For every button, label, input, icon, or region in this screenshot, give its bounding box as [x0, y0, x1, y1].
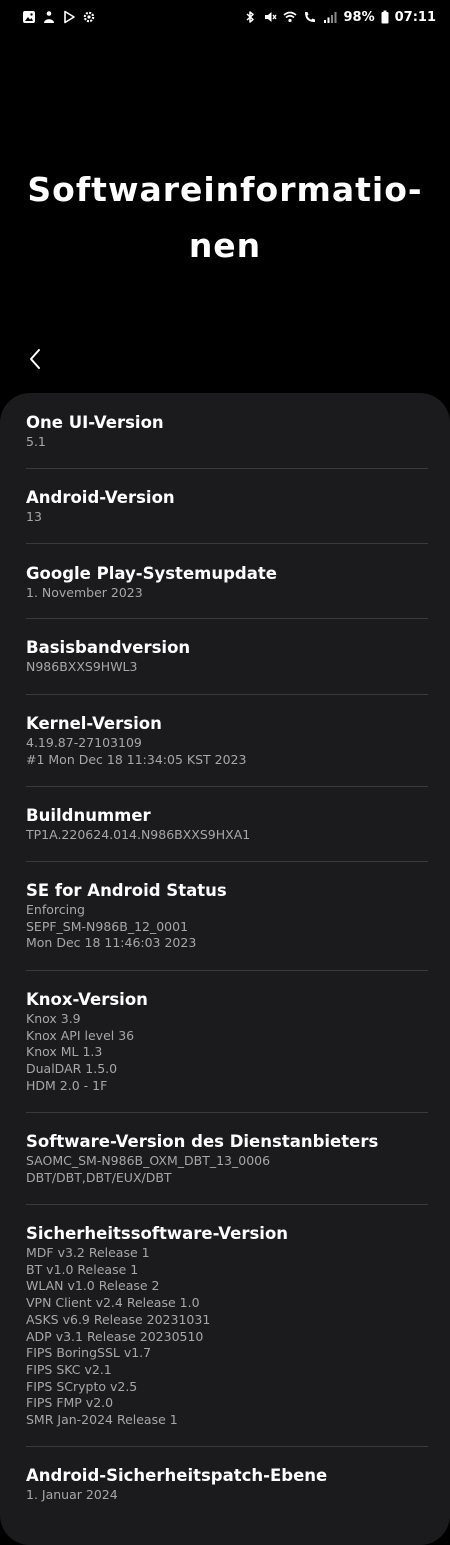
- mute-icon: [263, 10, 278, 24]
- item-value: WLAN v1.0 Release 2: [26, 1278, 160, 1294]
- list-item-google-play-systemupdate[interactable]: Google Play-Systemupdate 1. November 202…: [26, 544, 428, 619]
- item-title: Android-Version: [26, 488, 175, 507]
- status-bar: 98% 07:11: [0, 0, 450, 34]
- item-value: HDM 2.0 - 1F: [26, 1077, 108, 1093]
- status-time: 07:11: [394, 9, 436, 25]
- chevron-left-icon: [30, 349, 40, 369]
- list-item-android-version[interactable]: Android-Version 13: [26, 469, 428, 544]
- page-title: Softwareinformatio- nen: [0, 162, 450, 274]
- list-item-kernel-version[interactable]: Kernel-Version 4.19.87-27103109 #1 Mon D…: [26, 695, 428, 787]
- status-bar-left: [22, 10, 96, 24]
- list-item-se-for-android-status[interactable]: SE for Android Status Enforcing SEPF_SM-…: [26, 862, 428, 971]
- item-value: Knox ML 1.3: [26, 1044, 103, 1060]
- item-title: Android-Sicherheitspatch-Ebene: [26, 1466, 328, 1485]
- item-title: Software-Version des Dienstanbieters: [26, 1132, 379, 1151]
- item-title: Knox-Version: [26, 990, 148, 1009]
- item-title: Buildnummer: [26, 806, 151, 825]
- item-value: DBT/DBT,DBT/EUX/DBT: [26, 1169, 172, 1185]
- item-value: DualDAR 1.5.0: [26, 1061, 118, 1077]
- item-title: Kernel-Version: [26, 714, 162, 733]
- item-value: VPN Client v2.4 Release 1.0: [26, 1295, 200, 1311]
- item-value: MDF v3.2 Release 1: [26, 1245, 150, 1260]
- list-item-knox-version[interactable]: Knox-Version Knox 3.9 Knox API level 36 …: [26, 971, 428, 1113]
- item-value: FIPS SKC v2.1: [26, 1361, 112, 1377]
- item-value: FIPS SCrypto v2.5: [26, 1378, 138, 1394]
- item-value: 13: [26, 509, 42, 524]
- item-value: TP1A.220624.014.N986BXXS9HXA1: [26, 827, 251, 842]
- signal-icon: [323, 10, 337, 24]
- list-item-software-version-dienstanbieter[interactable]: Software-Version des Dienstanbieters SAO…: [26, 1113, 428, 1205]
- item-value: Enforcing: [26, 902, 85, 917]
- item-value: #1 Mon Dec 18 11:34:05 KST 2023: [26, 751, 247, 767]
- item-value: BT v1.0 Release 1: [26, 1261, 139, 1277]
- item-title: Google Play-Systemupdate: [26, 564, 277, 583]
- item-value: 4.19.87-27103109: [26, 735, 142, 750]
- item-title: Sicherheitssoftware-Version: [26, 1224, 289, 1243]
- app-notification-icon: [42, 10, 56, 24]
- item-title: Basisbandversion: [26, 638, 191, 657]
- item-value: Knox 3.9: [26, 1011, 81, 1026]
- wifi-icon: [283, 10, 297, 24]
- list-item-android-sicherheitspatch-ebene[interactable]: Android-Sicherheitspatch-Ebene 1. Januar…: [26, 1447, 428, 1525]
- item-value: SMR Jan-2024 Release 1: [26, 1412, 178, 1428]
- list-item-buildnummer[interactable]: Buildnummer TP1A.220624.014.N986BXXS9HXA…: [26, 787, 428, 862]
- item-value: FIPS FMP v2.0: [26, 1395, 114, 1411]
- bluetooth-icon: [243, 10, 257, 24]
- item-value: Knox API level 36: [26, 1027, 135, 1043]
- list-item-one-ui-version[interactable]: One UI-Version 5.1: [26, 393, 428, 469]
- battery-icon: [381, 10, 389, 24]
- settings-gear-icon: [82, 10, 96, 24]
- page-title-line-2: nen: [188, 226, 262, 265]
- item-value: 1. Januar 2024: [26, 1487, 118, 1502]
- item-value: SEPF_SM-N986B_12_0001: [26, 918, 189, 934]
- battery-percentage: 98%: [343, 9, 375, 25]
- item-title: SE for Android Status: [26, 881, 227, 900]
- list-item-basisbandversion[interactable]: Basisbandversion N986BXXS9HWL3: [26, 619, 428, 695]
- item-value: ASKS v6.9 Release 20231031: [26, 1311, 211, 1327]
- item-value: 1. November 2023: [26, 585, 143, 600]
- item-value: ADP v3.1 Release 20230510: [26, 1328, 204, 1344]
- wifi-calling-icon: [303, 10, 317, 24]
- play-store-icon: [62, 10, 76, 24]
- back-button[interactable]: [18, 342, 52, 376]
- list-item-sicherheitssoftware-version[interactable]: Sicherheitssoftware-Version MDF v3.2 Rel…: [26, 1205, 428, 1447]
- item-value: N986BXXS9HWL3: [26, 659, 138, 674]
- gallery-icon: [22, 10, 36, 24]
- status-bar-right: 98% 07:11: [243, 10, 436, 25]
- software-info-list: One UI-Version 5.1 Android-Version 13 Go…: [0, 393, 450, 1545]
- item-value: SAOMC_SM-N986B_OXM_DBT_13_0006: [26, 1153, 271, 1168]
- page-title-line-1: Softwareinformatio-: [27, 170, 423, 209]
- item-value: 5.1: [26, 434, 46, 449]
- item-title: One UI-Version: [26, 413, 164, 432]
- item-value: FIPS BoringSSL v1.7: [26, 1345, 152, 1361]
- item-value: Mon Dec 18 11:46:03 2023: [26, 935, 197, 951]
